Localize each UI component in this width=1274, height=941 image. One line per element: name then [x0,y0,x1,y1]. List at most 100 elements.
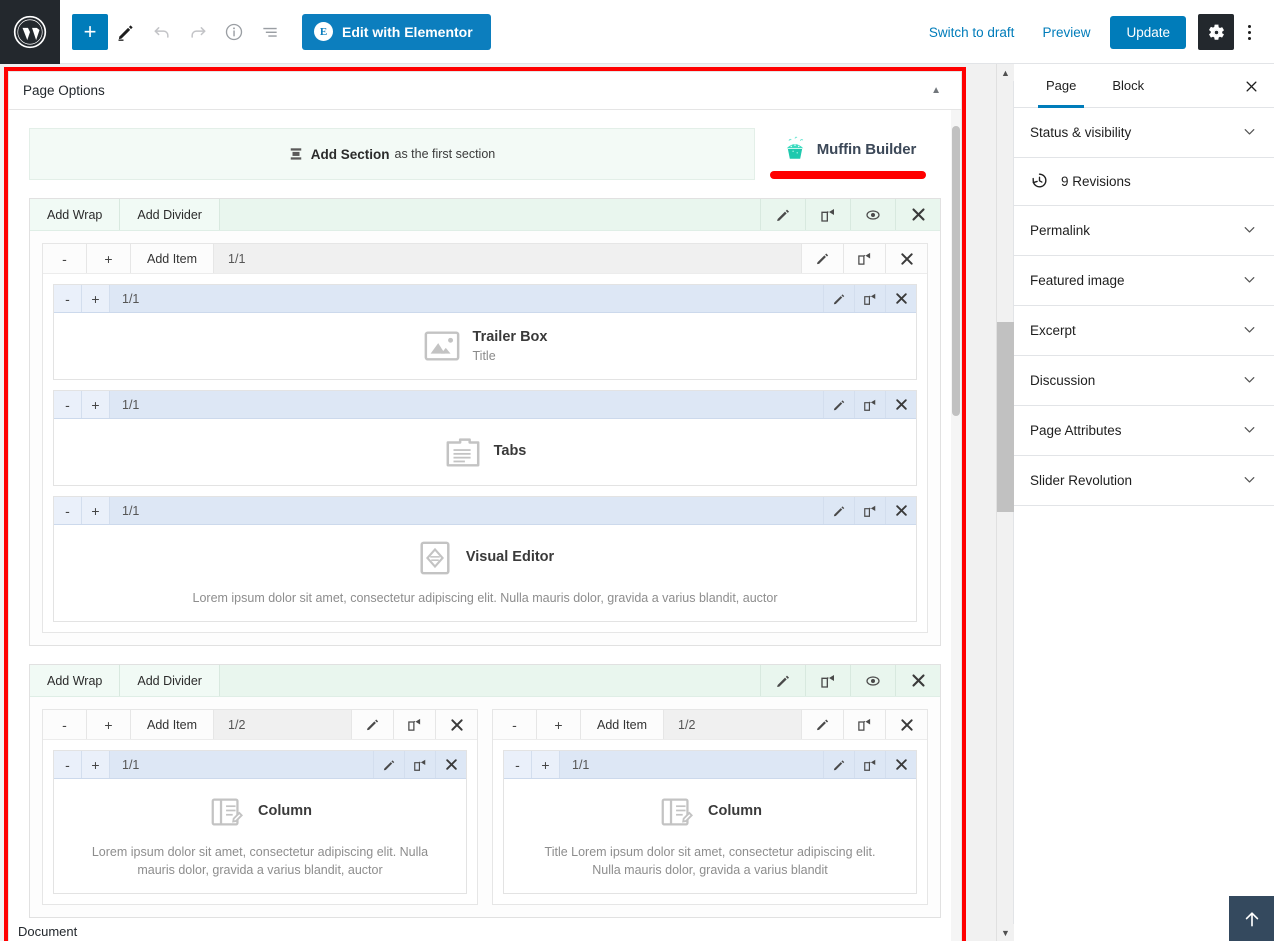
wrap-delete-button[interactable] [885,710,927,740]
section-clone-button[interactable] [805,665,850,697]
section-edit-button[interactable] [760,665,805,697]
scrollbar-up-arrow-icon[interactable]: ▲ [997,64,1014,81]
list-view-button[interactable] [252,14,288,50]
item-edit-button[interactable] [823,497,854,524]
wrap-clone-button[interactable] [843,244,885,273]
wrap-clone-button[interactable] [393,710,435,740]
sidebar-item-permalink[interactable]: Permalink [1014,206,1274,256]
item-delete-button[interactable] [435,751,466,779]
sidebar-item-slider-revolution[interactable]: Slider Revolution [1014,456,1274,506]
wrap-increase-button[interactable]: + [537,710,581,740]
wrap-decrease-button[interactable]: - [493,710,537,740]
section-delete-button[interactable] [895,665,940,697]
sidebar-item-status-visibility[interactable]: Status & visibility [1014,108,1274,158]
add-section-button[interactable]: Add Section as the first section [29,128,755,180]
preview-button[interactable]: Preview [1028,25,1104,40]
add-wrap-button[interactable]: Add Wrap [30,665,121,697]
item-increase-button[interactable]: + [82,751,110,779]
more-options-button[interactable] [1234,14,1264,50]
wrap-decrease-button[interactable]: - [43,710,87,740]
section-clone-button[interactable] [805,199,850,230]
wrap-decrease-button[interactable]: - [43,244,87,273]
close-delete-icon [911,208,925,221]
add-item-button[interactable]: Add Item [581,710,665,740]
scrollbar-down-arrow-icon[interactable]: ▼ [997,924,1014,941]
wrap-increase-button[interactable]: + [87,244,131,273]
item-increase-button[interactable]: + [82,497,110,524]
item-clone-button[interactable] [854,391,885,418]
undo-button[interactable] [144,14,180,50]
item-increase-button[interactable]: + [82,285,110,312]
add-item-button[interactable]: Add Item [131,710,215,740]
wrap-increase-button[interactable]: + [87,710,131,740]
item-clone-button[interactable] [404,751,435,779]
section-drag-handle[interactable] [220,665,760,696]
item-decrease-button[interactable]: - [504,751,532,779]
item-edit-button[interactable] [373,751,404,779]
redo-button[interactable] [180,14,216,50]
details-info-button[interactable] [216,14,252,50]
wrap-delete-button[interactable] [435,710,477,740]
settings-button[interactable] [1198,14,1234,50]
section-edit-button[interactable] [760,199,805,230]
sidebar-item-featured-image[interactable]: Featured image [1014,256,1274,306]
section-delete-button[interactable] [895,199,940,230]
item-increase-button[interactable]: + [82,391,110,418]
item-content[interactable]: Tabs [54,419,916,485]
section-visibility-button[interactable] [850,665,895,697]
tab-block[interactable]: Block [1094,64,1162,108]
item-clone-button[interactable] [854,497,885,524]
item-decrease-button[interactable]: - [54,285,82,312]
tab-page[interactable]: Page [1028,64,1094,108]
scroll-to-top-button[interactable] [1229,896,1274,941]
wrap-edit-button[interactable] [801,710,843,740]
item-content[interactable]: Column Lorem ipsum dolor sit amet, conse… [54,779,466,894]
item-edit-button[interactable] [823,751,854,779]
wrap-content: - + 1/1 [43,740,477,904]
switch-to-draft-button[interactable]: Switch to draft [915,25,1029,40]
item-decrease-button[interactable]: - [54,751,82,779]
item-edit-button[interactable] [823,391,854,418]
item-ratio-label: 1/1 [122,291,140,306]
sidebar-item-discussion[interactable]: Discussion [1014,356,1274,406]
collapse-toggle-icon[interactable]: ▲ [925,81,947,100]
item-decrease-button[interactable]: - [54,497,82,524]
wrap-delete-button[interactable] [885,244,927,273]
item-delete-button[interactable] [885,285,916,312]
add-divider-button[interactable]: Add Divider [120,665,220,697]
wrap-edit-button[interactable] [801,244,843,273]
add-item-button[interactable]: Add Item [131,244,215,273]
page-scrollbar-thumb[interactable] [997,322,1014,512]
metabox-scrollbar-track[interactable] [951,110,961,941]
sidebar-item-excerpt[interactable]: Excerpt [1014,306,1274,356]
item-decrease-button[interactable]: - [54,391,82,418]
metabox-scrollbar-thumb[interactable] [952,126,960,416]
add-divider-button[interactable]: Add Divider [120,199,220,230]
sidebar-item-page-attributes[interactable]: Page Attributes [1014,406,1274,456]
item-clone-button[interactable] [854,751,885,779]
edit-pencil-icon [777,675,789,687]
wrap-clone-button[interactable] [843,710,885,740]
item-title: Visual Editor [465,549,555,566]
item-edit-button[interactable] [823,285,854,312]
close-sidebar-button[interactable] [1240,75,1262,97]
add-wrap-button[interactable]: Add Wrap [30,199,121,230]
sidebar-item-revisions[interactable]: 9 Revisions [1014,158,1274,206]
section-drag-handle[interactable] [220,199,760,230]
item-delete-button[interactable] [885,391,916,418]
edit-with-elementor-button[interactable]: E Edit with Elementor [302,13,491,50]
update-button[interactable]: Update [1110,15,1186,49]
item-clone-button[interactable] [854,285,885,312]
item-content[interactable]: Trailer Box Title [54,313,916,379]
item-content[interactable]: Column Title Lorem ipsum dolor sit amet,… [504,779,916,894]
wrap-edit-button[interactable] [351,710,393,740]
edit-pencil-button[interactable] [108,14,144,50]
section-visibility-button[interactable] [850,199,895,230]
page-scrollbar[interactable]: ▲ ▼ [996,64,1014,941]
item-delete-button[interactable] [885,751,916,779]
item-content[interactable]: Visual Editor Lorem ipsum dolor sit amet… [54,525,916,622]
item-increase-button[interactable]: + [532,751,560,779]
add-block-button[interactable]: + [72,13,108,50]
item-delete-button[interactable] [885,497,916,524]
wordpress-logo-button[interactable] [0,0,60,64]
